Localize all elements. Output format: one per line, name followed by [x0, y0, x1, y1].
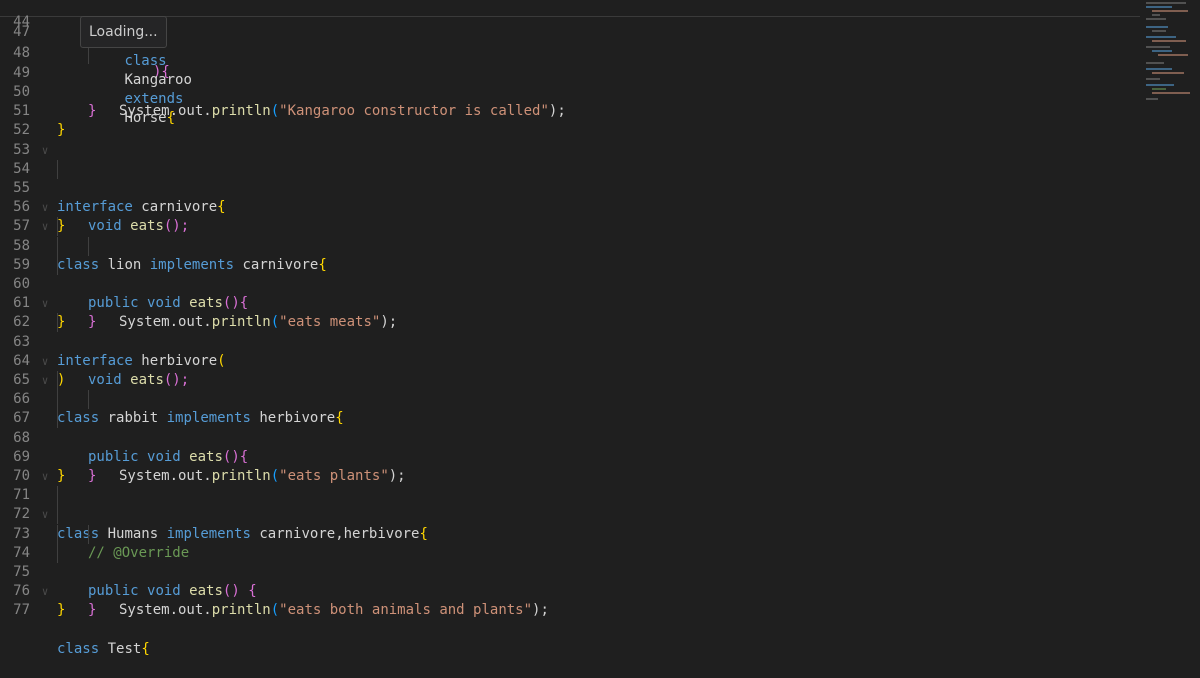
code-line: 62 ∨ interface herbivore( [0, 294, 1140, 369]
code-editor[interactable]: 44 class Kangaroo extends Horse{ 47 48 )… [0, 0, 1200, 657]
code-line: 60 } [0, 255, 1140, 330]
parent-class-name: Horse [124, 110, 167, 127]
code-line: 65 ∨ class rabbit implements herbivore{ [0, 352, 1140, 427]
keyword: class [124, 52, 167, 69]
fold-chevron-icon[interactable]: ∨ [40, 505, 50, 524]
sticky-scroll-header[interactable]: 44 class Kangaroo extends Horse{ [0, 0, 1140, 126]
line-number: 77 [13, 602, 30, 619]
fold-chevron-icon[interactable]: ∨ [40, 467, 50, 486]
fold-chevron-icon[interactable]: ∨ [40, 217, 50, 236]
code-line: 73 ∨ public void eats() { [0, 505, 1140, 599]
fold-chevron-icon[interactable]: ∨ [40, 294, 50, 313]
code-line: 61 } [0, 275, 1140, 330]
code-line: 69 } [0, 429, 1140, 484]
fold-chevron-icon[interactable]: ∨ [40, 352, 50, 371]
code-line: 76 } [0, 563, 1140, 618]
code-line: 67 System.out.println("eats plants"); [0, 390, 1140, 484]
line-number: 44 [13, 14, 30, 31]
tooltip-text: Loading... [89, 24, 158, 40]
code-line: 74 System.out.println("eats both animals… [0, 524, 1140, 618]
code-line: 57 ∨ class lion implements carnivore{ [0, 198, 1140, 273]
code-line: 55 void eats(); [0, 159, 1140, 234]
bracket: { [166, 110, 176, 127]
keyword: extends [124, 91, 184, 108]
minimap[interactable] [1140, 0, 1200, 605]
code-line: 56 } [0, 179, 1140, 234]
code-line: 66 ∨ public void eats(){ [0, 370, 1140, 465]
code-line: 75 } [0, 543, 1140, 618]
code-line: 70 [0, 448, 1140, 484]
loading-tooltip: Loading... [80, 16, 167, 48]
code-line: 77 ∨ class Test{ [0, 582, 1140, 657]
fold-chevron-icon[interactable]: ∨ [40, 198, 50, 217]
code-line: 59 System.out.println("eats meats"); [0, 236, 1140, 330]
code-line: 64 ) [0, 333, 1140, 388]
code-line: 44 class Kangaroo extends Horse{ [0, 0, 1140, 126]
code-line: 63 void eats(); [0, 313, 1140, 388]
code-line: 58 ∨ public void eats(){ [0, 217, 1140, 311]
fold-chevron-icon[interactable]: ∨ [40, 582, 50, 601]
class-name: Kangaroo [124, 71, 192, 88]
fold-chevron-icon[interactable]: ∨ [40, 371, 50, 390]
code-line: 68 } [0, 409, 1140, 484]
code-line: 72 // @Override [0, 486, 1140, 561]
fold-chevron-icon[interactable]: ∨ [40, 141, 50, 160]
code-line: 71 ∨ class Humans implements carnivore,h… [0, 467, 1140, 542]
